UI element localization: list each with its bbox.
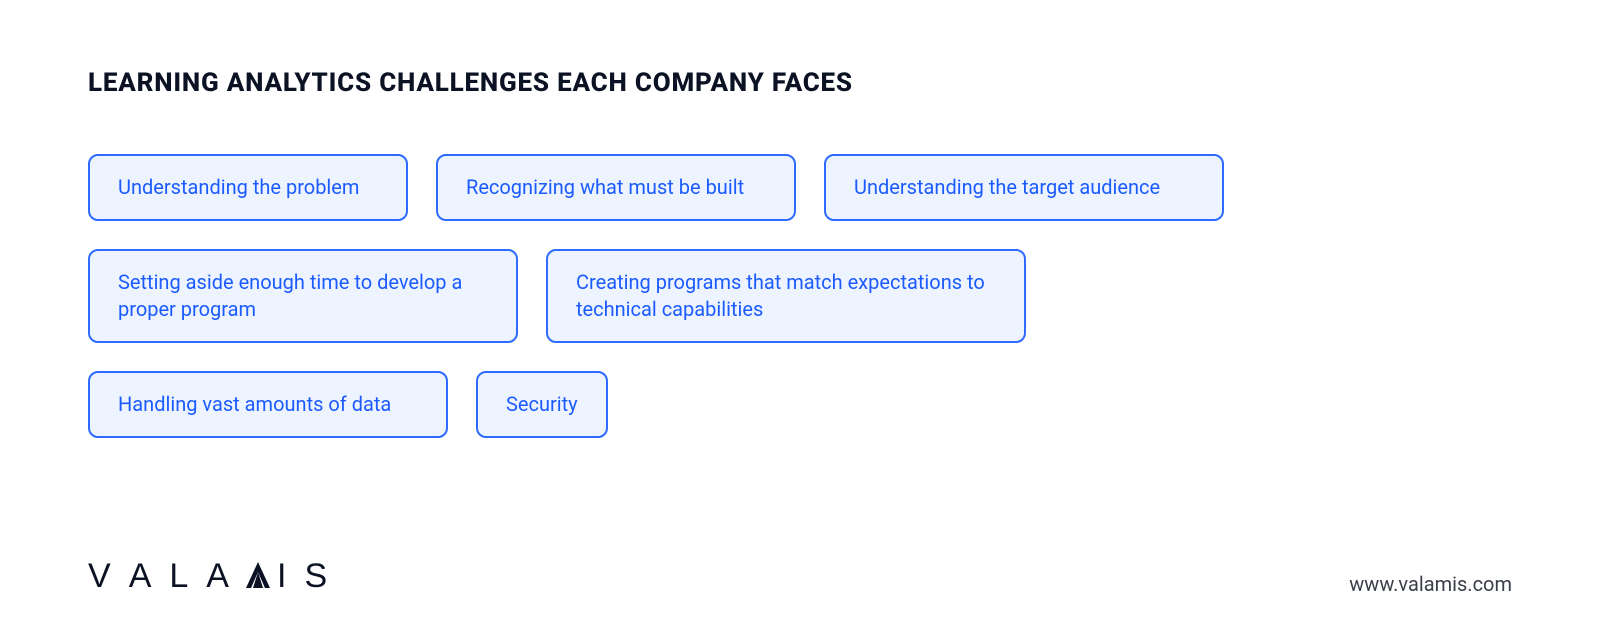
pill-label: Security (506, 391, 578, 418)
pill-label: Understanding the problem (118, 174, 359, 201)
brand-logo: VALA IS (88, 557, 345, 596)
pill-row: Handling vast amounts of data Security (88, 371, 1512, 438)
brand-mark-icon (243, 560, 273, 599)
brand-name: VALA IS (88, 557, 345, 596)
pill-label: Recognizing what must be built (466, 174, 744, 201)
challenge-pill: Handling vast amounts of data (88, 371, 448, 438)
pill-label: Setting aside enough time to develop a p… (118, 269, 488, 323)
pill-row: Understanding the problem Recognizing wh… (88, 154, 1512, 221)
pill-label: Understanding the target audience (854, 174, 1160, 201)
challenge-pill: Security (476, 371, 608, 438)
page-title: LEARNING ANALYTICS CHALLENGES EACH COMPA… (88, 68, 1512, 98)
challenge-pill: Understanding the problem (88, 154, 408, 221)
challenge-pill: Recognizing what must be built (436, 154, 796, 221)
challenge-pill: Understanding the target audience (824, 154, 1224, 221)
footer: VALA IS www.valamis.com (88, 557, 1512, 596)
challenge-pill: Creating programs that match expectation… (546, 249, 1026, 343)
pill-grid: Understanding the problem Recognizing wh… (88, 154, 1512, 438)
diagram-canvas: LEARNING ANALYTICS CHALLENGES EACH COMPA… (0, 0, 1600, 644)
pill-label: Creating programs that match expectation… (576, 269, 996, 323)
pill-row: Setting aside enough time to develop a p… (88, 249, 1512, 343)
challenge-pill: Setting aside enough time to develop a p… (88, 249, 518, 343)
brand-url: www.valamis.com (1349, 572, 1512, 596)
pill-label: Handling vast amounts of data (118, 391, 391, 418)
